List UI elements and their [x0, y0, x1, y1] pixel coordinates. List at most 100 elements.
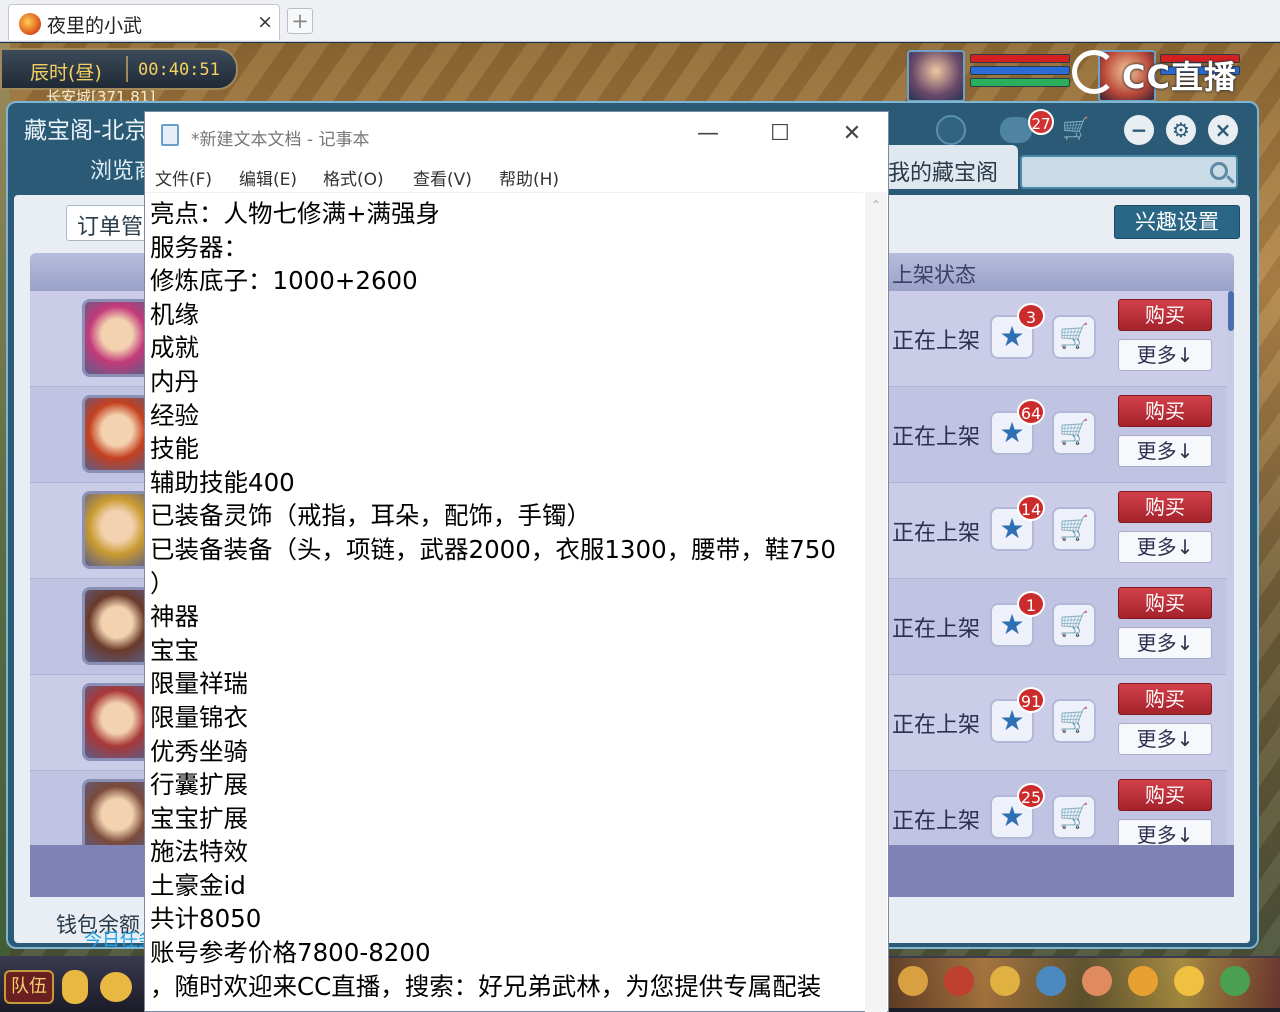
more-button[interactable]: 更多↓	[1118, 819, 1212, 845]
game-favicon-icon	[19, 13, 41, 35]
menu-view[interactable]: 查看(V)	[413, 165, 472, 190]
notepad-line: 优秀坐骑	[150, 736, 248, 766]
favorite-count-badge: 1	[1017, 591, 1045, 617]
character-avatar[interactable]	[82, 491, 152, 569]
tab-my-treasure-label: 我的藏宝阁	[888, 161, 999, 186]
sun-icon[interactable]	[1128, 966, 1158, 996]
buy-button[interactable]: 购买	[1118, 491, 1212, 523]
microphone-icon[interactable]	[62, 970, 88, 1004]
favorite-count-badge: 25	[1017, 783, 1045, 809]
interest-settings-button[interactable]: 兴趣设置	[1114, 205, 1240, 239]
player-portrait[interactable]	[907, 50, 965, 102]
close-icon[interactable]: ×	[1208, 115, 1238, 145]
notepad-line: 宝宝	[150, 635, 199, 665]
notepad-titlebar[interactable]: *新建文本文档 - 记事本 — ☐ ✕	[145, 112, 888, 158]
notepad-line: 已装备装备（头，项链，武器2000，衣服1300，腰带，鞋750	[150, 534, 836, 564]
more-button[interactable]: 更多↓	[1118, 339, 1212, 371]
chat-count-badge: 27	[1028, 109, 1054, 135]
search-icon[interactable]	[1210, 162, 1228, 180]
notepad-window: *新建文本文档 - 记事本 — ☐ ✕ 文件(F) 编辑(E) 格式(O) 查看…	[144, 111, 889, 1012]
notepad-line: 经验	[150, 400, 199, 430]
mp-bar	[970, 66, 1070, 75]
chat-bubble-icon[interactable]	[100, 972, 132, 1002]
add-to-cart-icon[interactable]: 🛒	[1052, 507, 1096, 551]
favorite-count-badge: 3	[1017, 303, 1045, 329]
notepad-menubar: 文件(F) 编辑(E) 格式(O) 查看(V) 帮助(H)	[145, 158, 888, 192]
listing-status: 正在上架	[892, 521, 981, 546]
cc-live-logo: CC直播	[1072, 50, 1242, 96]
system-icon[interactable]	[1220, 966, 1250, 996]
character-avatar[interactable]	[82, 683, 152, 761]
menu-help[interactable]: 帮助(H)	[499, 165, 559, 190]
game-time-panel: 辰时(昼) 00:40:51	[0, 48, 238, 90]
more-button[interactable]: 更多↓	[1118, 531, 1212, 563]
notepad-line: 施法特效	[150, 837, 248, 867]
notepad-close-button[interactable]: ✕	[816, 112, 888, 158]
favorite-count-badge: 64	[1017, 399, 1045, 425]
buy-button[interactable]: 购买	[1118, 587, 1212, 619]
notepad-maximize-button[interactable]: ☐	[744, 112, 816, 158]
buy-button[interactable]: 购买	[1118, 779, 1212, 811]
menu-edit[interactable]: 编辑(E)	[239, 165, 297, 190]
notepad-text-area[interactable]: 亮点：人物七修满+满强身 服务器： 修炼底子：1000+2600 机缘 成就 内丹 经验 技能…	[145, 192, 863, 1012]
record-icon[interactable]	[936, 115, 966, 145]
notepad-line: 限量锦衣	[150, 702, 248, 732]
browser-tab[interactable]: 夜里的小武 ×	[8, 4, 280, 40]
new-tab-button[interactable]: +	[287, 8, 313, 34]
notepad-line: 服务器：	[150, 232, 248, 262]
add-to-cart-icon[interactable]: 🛒	[1052, 699, 1096, 743]
add-to-cart-icon[interactable]: 🛒	[1052, 315, 1096, 359]
lantern-icon[interactable]	[944, 966, 974, 996]
gift-icon[interactable]	[1082, 966, 1112, 996]
notepad-minimize-button[interactable]: —	[672, 112, 744, 158]
character-avatar[interactable]	[82, 779, 152, 845]
listing-status: 正在上架	[892, 713, 981, 738]
add-to-cart-icon[interactable]: 🛒	[1052, 411, 1096, 455]
treasure-window-title: 藏宝阁-北京	[24, 118, 148, 144]
column-status-header: 上架状态	[892, 263, 976, 287]
notepad-line: 亮点：人物七修满+满强身	[150, 199, 441, 228]
favorite-count-badge: 14	[1017, 495, 1045, 521]
notepad-line: 共计8050	[150, 904, 262, 934]
buy-button[interactable]: 购买	[1118, 395, 1212, 427]
buy-button[interactable]: 购买	[1118, 299, 1212, 331]
notepad-line: 宝宝扩展	[150, 803, 248, 833]
smiley-icon[interactable]	[1174, 966, 1204, 996]
add-to-cart-icon[interactable]: 🛒	[1052, 603, 1096, 647]
character-avatar[interactable]	[82, 395, 152, 473]
notepad-icon	[161, 124, 179, 146]
add-to-cart-icon[interactable]: 🛒	[1052, 795, 1096, 839]
notepad-line: 辅助技能400	[150, 467, 295, 497]
more-button[interactable]: 更多↓	[1118, 627, 1212, 659]
listing-status: 正在上架	[892, 329, 981, 354]
favorite-count-badge: 91	[1017, 687, 1045, 713]
tab-my-treasure[interactable]: 我的藏宝阁	[868, 145, 1018, 189]
notepad-line: ，随时欢迎来CC直播，搜索：好兄弟武林，为您提供专属配装	[150, 971, 822, 1001]
minimize-icon[interactable]: −	[1124, 115, 1154, 145]
team-button[interactable]: 队伍	[4, 970, 54, 1004]
browser-tab-strip: 夜里的小武 × +	[0, 0, 1280, 42]
bell-icon[interactable]	[990, 966, 1020, 996]
character-avatar[interactable]	[82, 587, 152, 665]
buy-button[interactable]: 购买	[1118, 683, 1212, 715]
scroll-up-arrow-icon[interactable]: ⌃	[865, 198, 887, 212]
character-avatar[interactable]	[82, 299, 152, 377]
list-scrollbar[interactable]	[1228, 291, 1234, 331]
more-button[interactable]: 更多↓	[1118, 435, 1212, 467]
more-button[interactable]: 更多↓	[1118, 723, 1212, 755]
notepad-scrollbar[interactable]: ⌃	[865, 192, 887, 1012]
notepad-line: 修炼底子：1000+2600	[150, 266, 418, 296]
cart-icon[interactable]: 🛒	[1062, 117, 1089, 142]
settings-gear-icon[interactable]: ⚙	[1166, 115, 1196, 145]
search-input[interactable]	[1020, 155, 1238, 189]
menu-format[interactable]: 格式(O)	[323, 165, 384, 190]
game-clock: 00:40:51	[138, 60, 220, 80]
map-icon[interactable]	[1036, 966, 1066, 996]
scroll-icon[interactable]	[898, 966, 928, 996]
listing-status: 正在上架	[892, 617, 981, 642]
time-of-day: 辰时(昼)	[30, 62, 102, 84]
notepad-line: 已装备灵饰（戒指，耳朵，配饰，手镯）	[150, 501, 591, 531]
menu-file[interactable]: 文件(F)	[155, 165, 212, 190]
time-separator	[126, 56, 128, 82]
tab-close-icon[interactable]: ×	[257, 11, 273, 33]
